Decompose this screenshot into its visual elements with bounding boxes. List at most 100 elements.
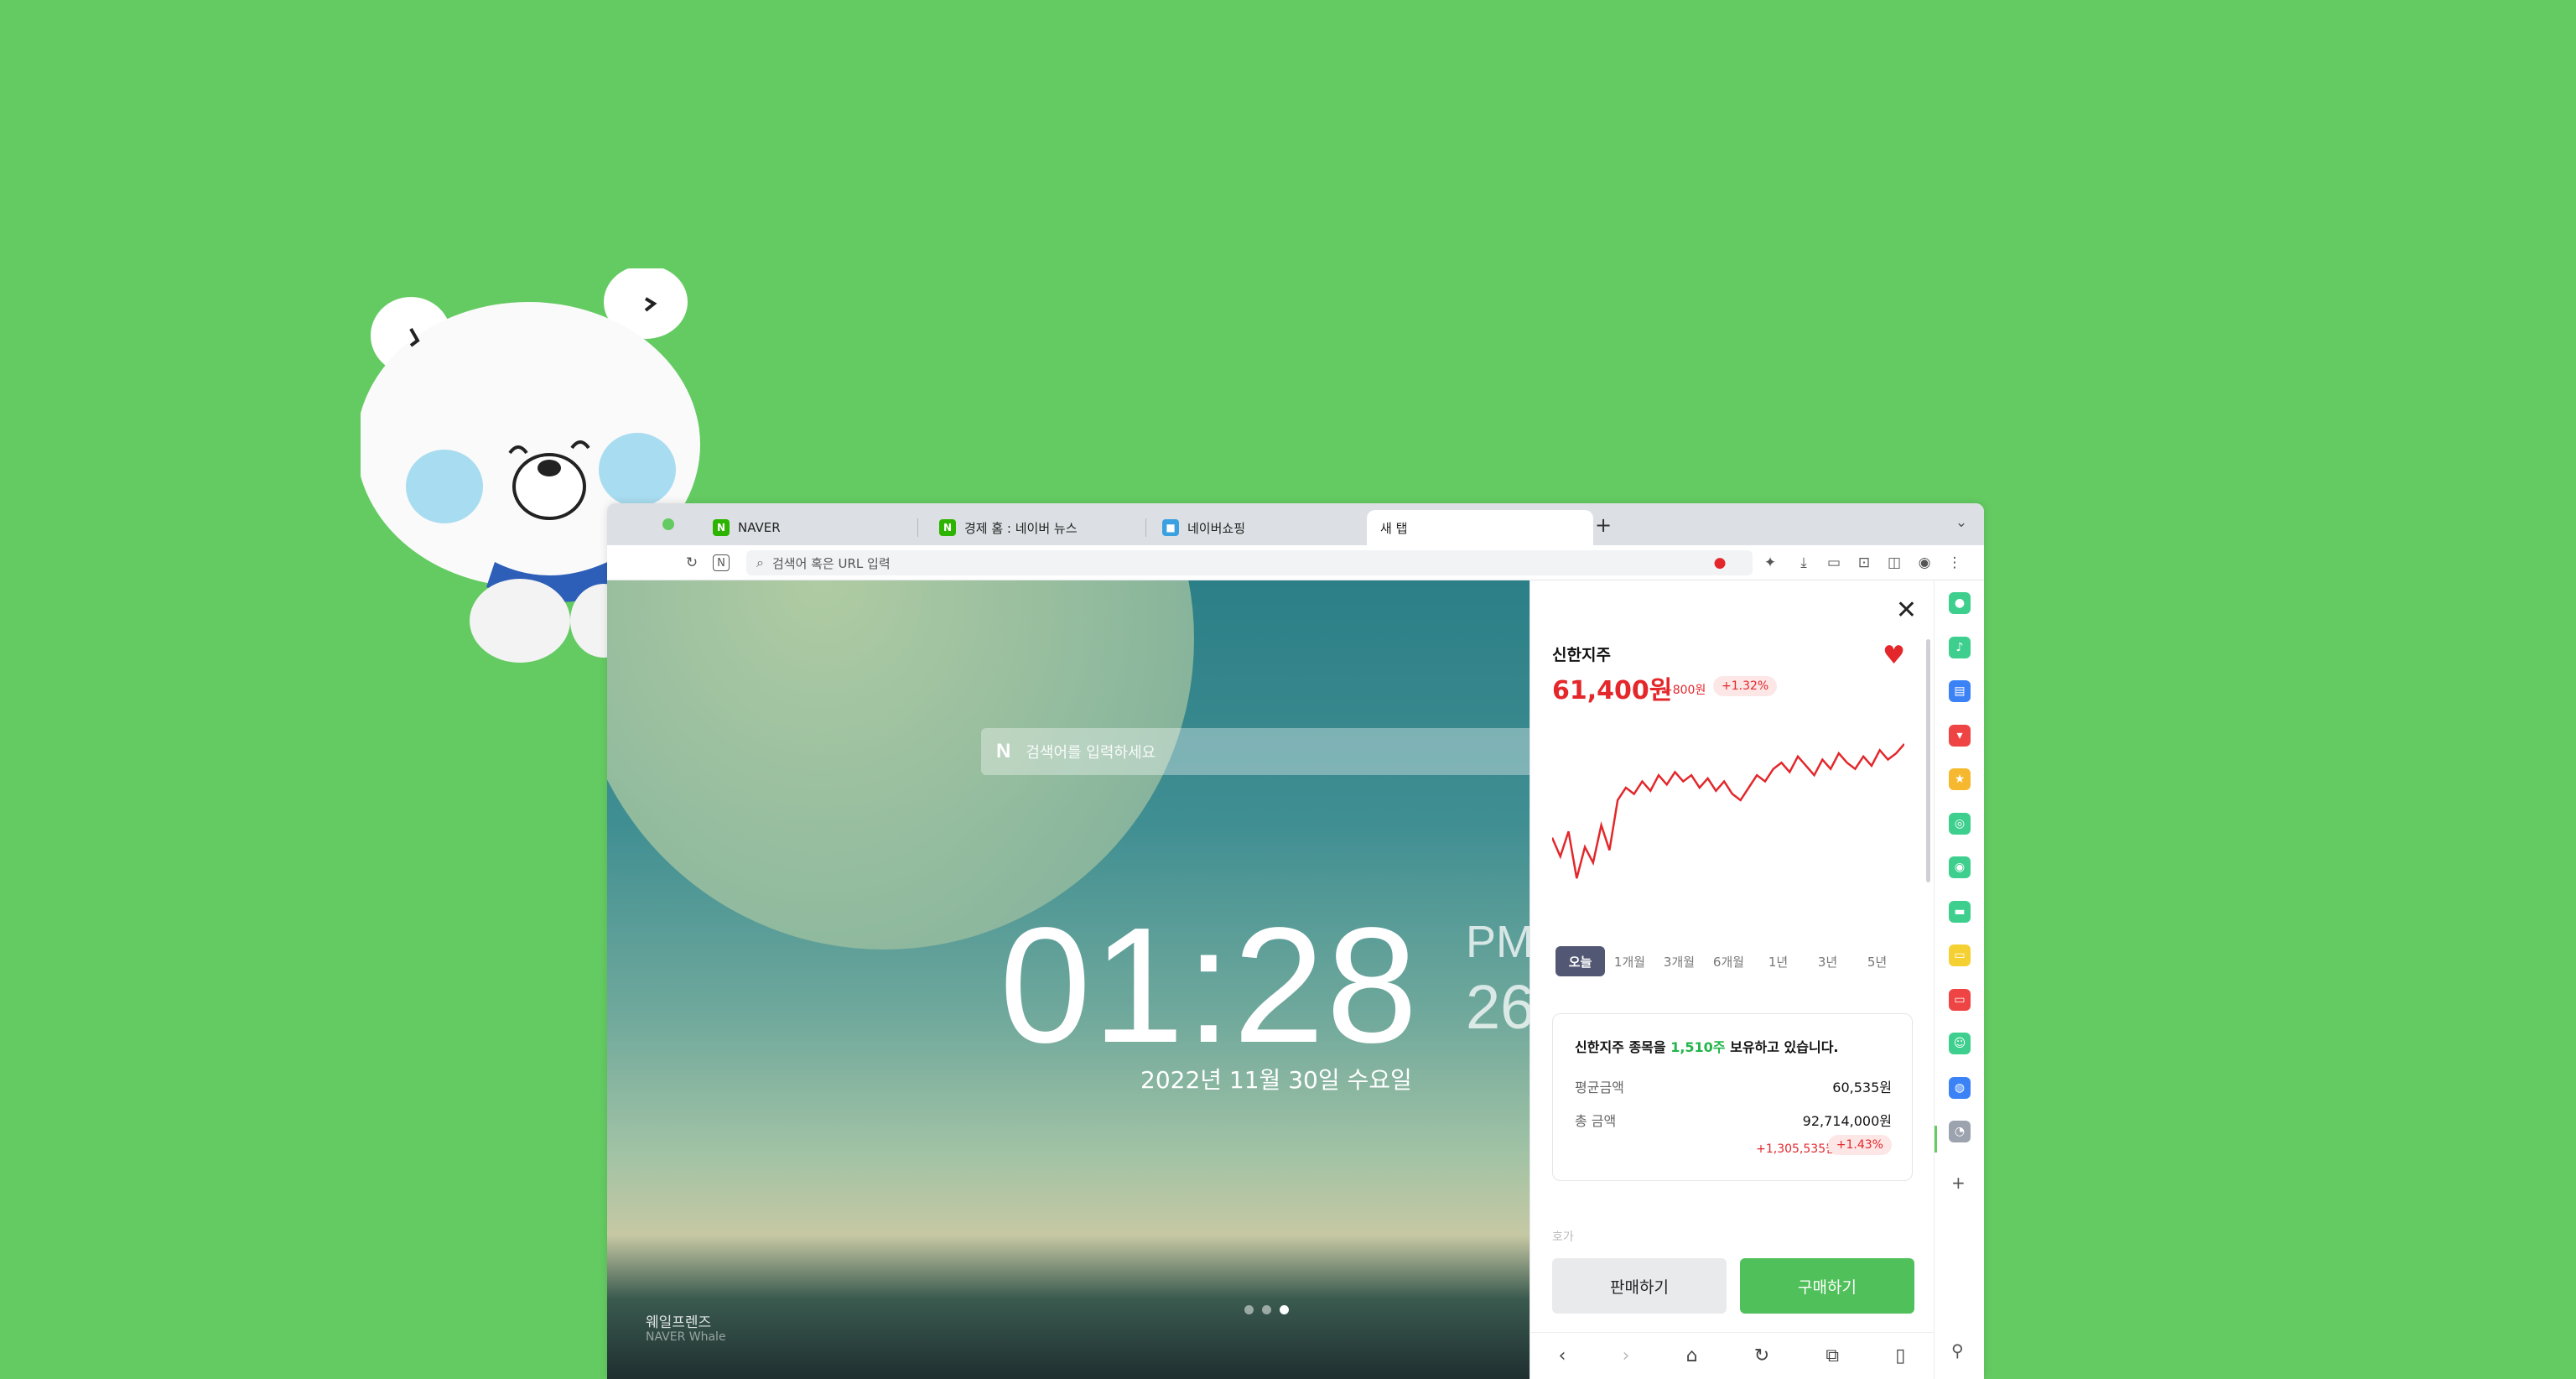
holdings-card: 신한지주 종목을 1,510주 보유하고 있습니다. 평균금액 60,535원 … — [1552, 1013, 1913, 1181]
period-selector: 오늘 1개월 3개월 6개월 1년 3년 5년 — [1555, 946, 1902, 976]
pocket-icon[interactable]: ▾ — [1949, 724, 1971, 747]
panel-nav-bar: ‹ › ⌂ ↻ ⧉ ▯ — [1530, 1332, 1934, 1379]
buy-button[interactable]: 구매하기 — [1740, 1258, 1914, 1314]
new-tab-button[interactable]: + — [1595, 513, 1612, 537]
wallpaper-credit-title: 웨일프렌즈 — [646, 1314, 712, 1331]
holdings-profit-percent-badge: +1.43% — [1827, 1135, 1892, 1155]
period-2[interactable]: 3개월 — [1654, 946, 1704, 976]
open-in-tab-icon[interactable]: ⧉ — [1826, 1345, 1839, 1366]
browser-window: N NAVER N 경제 홈 : 네이버 뉴스 ■ 네이버쇼핑 새 탭 + ⌄ … — [607, 503, 1984, 1379]
period-4[interactable]: 1년 — [1753, 946, 1803, 976]
back-icon[interactable]: ‹ — [1559, 1345, 1566, 1366]
address-placeholder: 검색어 혹은 URL 입력 — [771, 555, 891, 571]
sell-button[interactable]: 판매하기 — [1552, 1258, 1727, 1314]
tab-bar: N NAVER N 경제 홈 : 네이버 뉴스 ■ 네이버쇼핑 새 탭 + ⌄ — [607, 503, 1984, 545]
whale-space-icon[interactable]: ● — [1949, 592, 1971, 614]
clock-ampm: PM — [1466, 917, 1530, 967]
add-app-icon[interactable]: + — [1951, 1173, 1966, 1193]
extensions-icon[interactable]: ✦ — [1761, 554, 1779, 572]
stock-price: 61,400원 — [1552, 676, 1673, 705]
chat-icon[interactable]: ☺ — [1949, 1033, 1971, 1054]
bell-icon[interactable]: ♪ — [1949, 636, 1971, 658]
avg-price-row: 평균금액 60,535원 — [1575, 1076, 1892, 1096]
search-icon: ⌕ — [756, 554, 764, 570]
total-amount-label: 총 금액 — [1575, 1113, 1617, 1129]
panel-scrollbar[interactable] — [1926, 639, 1930, 882]
period-5[interactable]: 3년 — [1803, 946, 1852, 976]
pager-dot-active[interactable] — [1280, 1305, 1289, 1314]
total-amount-value: 92,714,000원 — [1802, 1113, 1892, 1129]
wallpaper-pager — [1244, 1305, 1289, 1314]
tab-separator — [917, 518, 918, 537]
holdings-message-post: 보유하고 있습니다. — [1725, 1039, 1839, 1055]
period-0[interactable]: 오늘 — [1555, 946, 1605, 976]
reload-icon[interactable]: ↻ — [683, 554, 701, 572]
talk-icon[interactable]: ▬ — [1949, 900, 1971, 923]
window-control-dot[interactable] — [662, 518, 674, 530]
tab-list-chevron-icon[interactable]: ⌄ — [1952, 513, 1971, 532]
holdings-profit: +1,305,535원 — [1756, 1142, 1836, 1156]
close-icon[interactable]: ✕ — [1896, 596, 1917, 625]
tab-naver[interactable]: N NAVER — [699, 510, 909, 545]
shopping-favicon-icon: ■ — [1162, 519, 1179, 536]
holdings-quantity: 1,510주 — [1670, 1039, 1726, 1055]
tab-economy-news[interactable]: N 경제 홈 : 네이버 뉴스 — [926, 510, 1144, 545]
naver-news-favicon-icon: N — [939, 519, 956, 536]
clock-time: 01:28 — [1000, 893, 1420, 1077]
forward-icon[interactable]: › — [1623, 1345, 1630, 1366]
period-1[interactable]: 1개월 — [1605, 946, 1654, 976]
refresh-icon[interactable]: ↻ — [1754, 1345, 1769, 1366]
naver-home-icon[interactable]: N — [713, 554, 730, 571]
security-icon[interactable]: ● — [1711, 554, 1729, 572]
home-icon[interactable]: ⌂ — [1686, 1345, 1698, 1366]
stock-name: 신한지주 — [1552, 646, 1611, 664]
music-icon[interactable]: ◉ — [1949, 856, 1971, 878]
clock-seconds: 26 — [1466, 972, 1530, 1042]
pager-dot[interactable] — [1244, 1305, 1254, 1314]
tab-label: 경제 홈 : 네이버 뉴스 — [964, 520, 1078, 536]
stock-price-chart — [1552, 743, 1904, 879]
stock-sidebar-panel: ✕ 신한지주 ♥ 61,400원 +800원 +1.32% 오늘 1개월 3개월 6개… — [1530, 580, 1934, 1379]
clock-date: 2022년 11월 30일 수요일 — [1140, 1066, 1412, 1094]
tab-new-tab[interactable]: 새 탭 — [1367, 510, 1593, 545]
total-amount-row: 총 금액 92,714,000원 — [1575, 1110, 1892, 1130]
address-bar[interactable]: ⌕ 검색어 혹은 URL 입력 — [746, 550, 1753, 575]
period-3[interactable]: 6개월 — [1704, 946, 1753, 976]
tab-label: NAVER — [738, 520, 781, 535]
stock-change: +800원 — [1663, 684, 1706, 697]
wallpaper-credit-sub: NAVER Whale — [646, 1330, 726, 1344]
avg-price-value: 60,535원 — [1832, 1080, 1892, 1095]
download-icon[interactable]: ⤓ — [1794, 554, 1813, 572]
news-icon[interactable]: ▭ — [1949, 988, 1971, 1011]
pager-dot[interactable] — [1262, 1305, 1271, 1314]
menu-icon[interactable]: ⋮ — [1945, 554, 1964, 572]
favorite-heart-icon[interactable]: ♥ — [1883, 641, 1905, 670]
split-view-icon[interactable]: ◫ — [1885, 554, 1903, 572]
orderbook-label: 호가 — [1552, 1231, 1574, 1244]
avg-price-label: 평균금액 — [1575, 1080, 1624, 1095]
stock-icon[interactable]: ◔ — [1949, 1121, 1971, 1142]
memo-icon[interactable]: ▭ — [1949, 944, 1971, 966]
tab-label: 네이버쇼핑 — [1187, 520, 1246, 536]
period-6[interactable]: 5년 — [1852, 946, 1902, 976]
price-series-line — [1552, 743, 1904, 879]
holdings-message: 신한지주 종목을 1,510주 보유하고 있습니다. — [1575, 1036, 1839, 1056]
mobile-view-icon[interactable]: ▯ — [1895, 1345, 1905, 1366]
sidebar-rail: ● ♪ ▤ ▾ ★ ◎ ◉ ▬ ▭ ▭ ☺ ◍ ◔ + ⚲ — [1934, 580, 1984, 1379]
profile-icon[interactable]: ◉ — [1915, 554, 1934, 572]
tag-icon[interactable]: ▭ — [1825, 554, 1843, 572]
capture-icon[interactable]: ⊡ — [1855, 554, 1873, 572]
ntp-search-box[interactable]: N 검색어를 입력하세요 — [981, 728, 1530, 775]
tab-naver-shopping[interactable]: ■ 네이버쇼핑 — [1149, 510, 1367, 545]
tab-label: 새 탭 — [1380, 520, 1408, 536]
pin-icon[interactable]: ⚲ — [1951, 1340, 1964, 1361]
star-icon[interactable]: ★ — [1949, 768, 1971, 790]
stock-change-percent-badge: +1.32% — [1713, 676, 1778, 696]
translate-icon[interactable]: ◎ — [1949, 812, 1971, 835]
naver-logo-icon: N — [996, 740, 1011, 762]
globe-icon[interactable]: ◍ — [1949, 1076, 1971, 1099]
new-tab-page: N 검색어를 입력하세요 01:28 PM 26 2022년 11월 30일 수… — [607, 580, 1530, 1379]
ntp-search-placeholder: 검색어를 입력하세요 — [1026, 744, 1156, 762]
toolbar: ↻ N ⌕ 검색어 혹은 URL 입력 ● ✦ ⤓ ▭ ⊡ ◫ ◉ ⋮ — [607, 545, 1984, 580]
calendar-icon[interactable]: ▤ — [1949, 680, 1971, 702]
